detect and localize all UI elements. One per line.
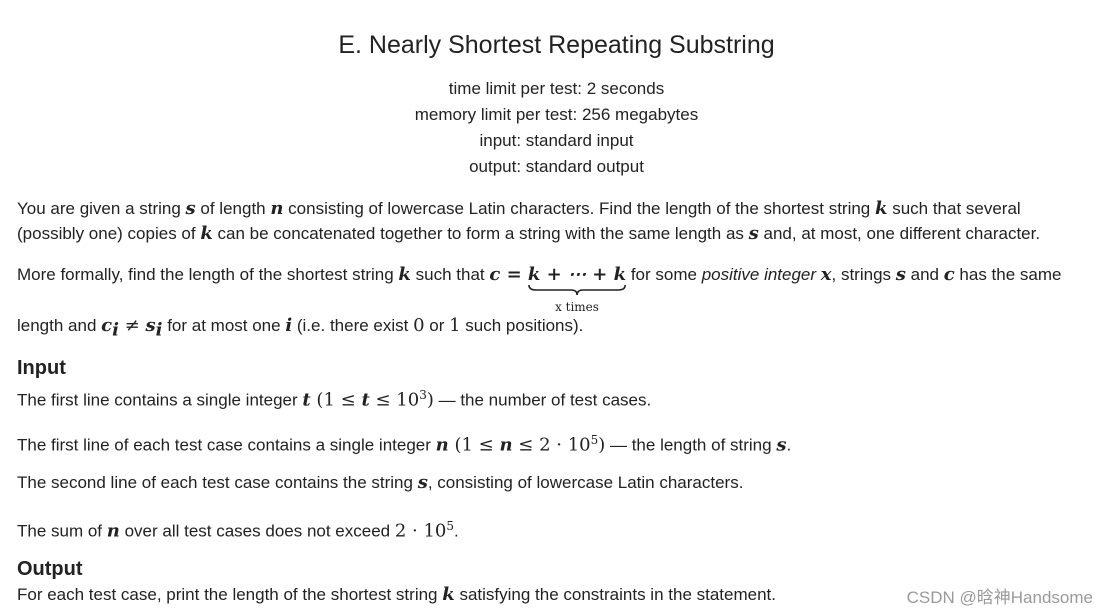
input-heading: Input xyxy=(17,357,66,379)
input-line-4: The sum of n over all test cases does no… xyxy=(17,519,459,542)
output-line-1: For each test case, print the length of … xyxy=(17,584,776,605)
output-file: output: standard output xyxy=(469,157,644,176)
problem-title: E. Nearly Shortest Repeating Substring xyxy=(338,31,775,59)
input-line-1: The first line contains a single integer… xyxy=(17,388,652,411)
statement-paragraph-1: You are given a string s of length n con… xyxy=(17,196,1040,246)
math-formula-lhs: c = xyxy=(489,264,528,285)
input-line-3: The second line of each test case contai… xyxy=(17,472,744,493)
emphasis: positive integer xyxy=(701,265,817,284)
math-var: k xyxy=(398,264,411,285)
math-var: c xyxy=(943,264,955,285)
math-formula-sum: k + ⋯ + k xyxy=(527,264,627,285)
input-line-2: The first line of each test case contain… xyxy=(17,433,792,456)
statement-line: You are given a string s of length n con… xyxy=(17,198,1021,219)
problem-limits: time limit per test: 2 seconds memory li… xyxy=(0,76,1107,180)
output-heading: Output xyxy=(17,558,83,580)
input-file: input: standard input xyxy=(479,131,634,150)
csdn-watermark: CSDN @晗神Handsome xyxy=(906,588,1093,607)
memory-limit: memory limit per test: 256 megabytes xyxy=(414,105,699,124)
underbrace-formula: k + ⋯ + kx times xyxy=(527,262,627,314)
math-var: c xyxy=(101,315,113,336)
math-var: s xyxy=(185,198,196,219)
math-var: s xyxy=(895,264,906,285)
statement-line: (possibly one) copies of k can be concat… xyxy=(17,223,1041,244)
math-var: k xyxy=(874,198,888,219)
math-var: s xyxy=(748,223,759,244)
statement-paragraph-2-cont: length and ci ≠ si for at most one i (i.… xyxy=(17,315,584,341)
statement-paragraph-2: More formally, find the length of the sh… xyxy=(17,262,1061,314)
math-var: n xyxy=(270,198,284,219)
math-var: k xyxy=(200,223,213,244)
math-var: s xyxy=(145,315,156,336)
time-limit: time limit per test: 2 seconds xyxy=(448,79,665,98)
math-var: x xyxy=(820,264,832,285)
